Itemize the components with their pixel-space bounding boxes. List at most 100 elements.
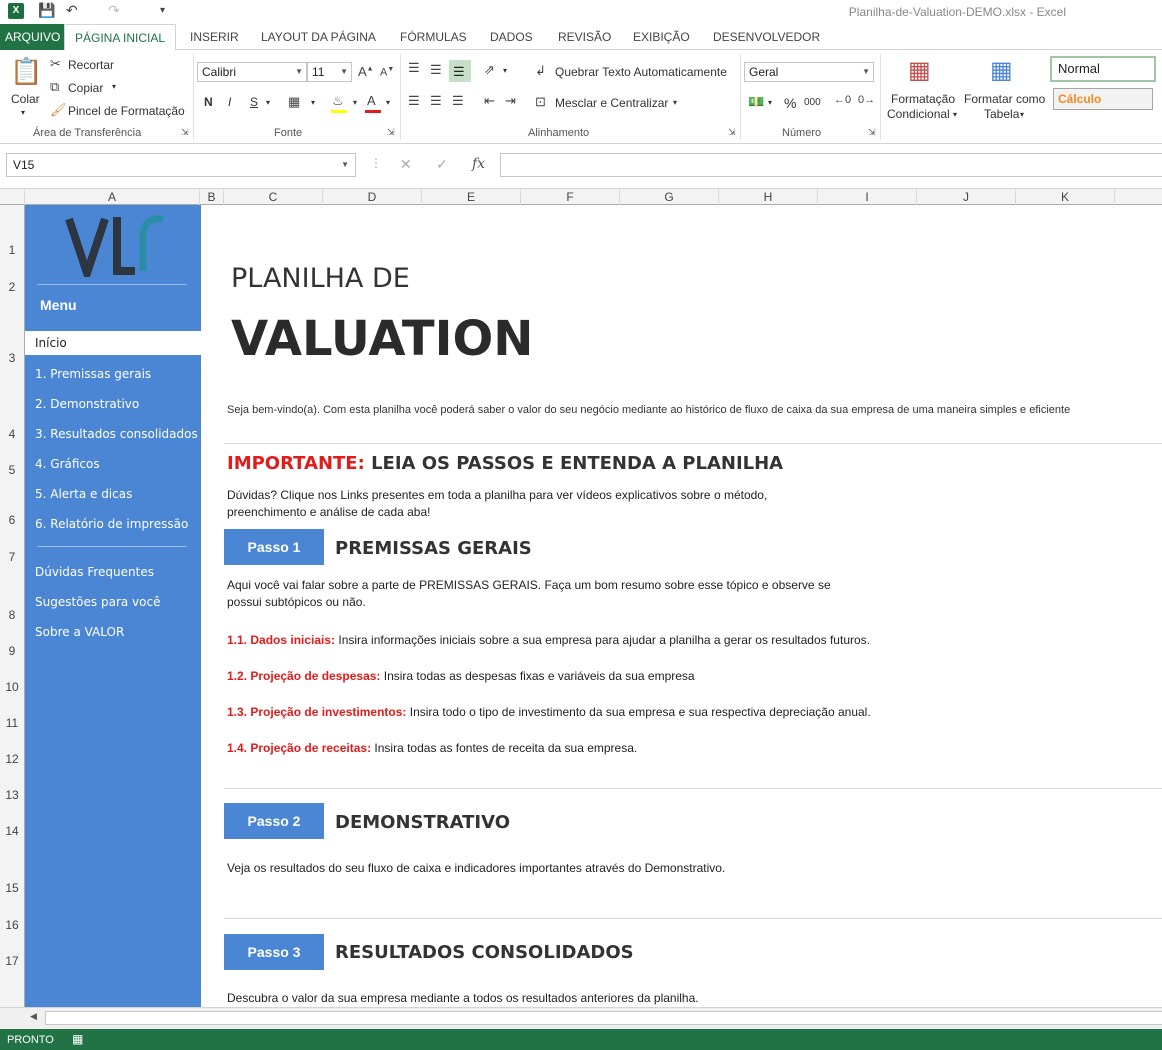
tab-formulas[interactable]: FÓRMULAS: [390, 24, 477, 50]
scroll-left-icon[interactable]: ◀: [30, 1011, 37, 1022]
decrease-font-icon[interactable]: A▼: [380, 66, 394, 79]
row-header[interactable]: 14: [0, 824, 24, 838]
tab-pagina-inicial[interactable]: PÁGINA INICIAL: [64, 24, 177, 51]
merge-center-button[interactable]: Mesclar e Centralizar: [555, 96, 668, 110]
redo-icon[interactable]: ↷: [108, 2, 120, 19]
row-header[interactable]: 5: [0, 463, 24, 477]
cancel-formula-icon[interactable]: ✕: [400, 156, 412, 173]
sidebar-item-resultados[interactable]: 3. Resultados consolidados: [35, 427, 198, 441]
align-top-icon[interactable]: ☰: [408, 60, 420, 76]
tab-arquivo[interactable]: ARQUIVO: [0, 24, 66, 50]
sidebar-item-inicio[interactable]: Início: [25, 331, 201, 355]
step-1-item-link[interactable]: 1.1. Dados iniciais:: [227, 633, 335, 647]
row-header[interactable]: 15: [0, 881, 24, 895]
increase-decimal-icon[interactable]: ←0: [834, 94, 851, 106]
column-header[interactable]: D: [323, 189, 422, 205]
italic-button[interactable]: I: [228, 95, 231, 109]
step-1-item-link[interactable]: 1.4. Projeção de receitas:: [227, 741, 371, 755]
format-painter-button[interactable]: Pincel de Formatação: [68, 104, 185, 118]
cut-button[interactable]: Recortar: [68, 58, 114, 72]
row-header[interactable]: 4: [0, 427, 24, 441]
thousands-button[interactable]: 000: [804, 97, 821, 108]
sidebar-item-premissas[interactable]: 1. Premissas gerais: [35, 367, 151, 381]
percent-button[interactable]: %: [784, 95, 796, 111]
step-1-item-link[interactable]: 1.3. Projeção de investimentos:: [227, 705, 406, 719]
align-right-icon[interactable]: ☰: [452, 93, 464, 109]
column-header[interactable]: H: [719, 189, 818, 205]
merge-dropdown-icon[interactable]: ▾: [673, 98, 677, 107]
sidebar-item-demonstrativo[interactable]: 2. Demonstrativo: [35, 397, 139, 411]
paste-dropdown-icon[interactable]: ▾: [21, 108, 25, 117]
step-2-badge[interactable]: Passo 2: [224, 803, 324, 839]
tab-revisao[interactable]: REVISÃO: [548, 24, 621, 50]
row-header[interactable]: 2: [0, 280, 24, 294]
orientation-icon[interactable]: ⇗: [484, 62, 495, 78]
row-header[interactable]: 10: [0, 680, 24, 694]
copy-icon[interactable]: ⧉: [50, 79, 59, 95]
format-as-table-icon[interactable]: ▦: [990, 56, 1013, 85]
font-color-icon[interactable]: A: [367, 93, 376, 108]
column-header[interactable]: A: [25, 189, 200, 205]
conditional-format-label-1[interactable]: Formatação: [891, 92, 955, 106]
row-header[interactable]: 3: [0, 351, 24, 365]
tab-layout[interactable]: LAYOUT DA PÁGINA: [251, 24, 386, 50]
decrease-decimal-icon[interactable]: 0→: [858, 94, 875, 106]
underline-dropdown-icon[interactable]: ▾: [266, 98, 270, 107]
conditional-format-label-2[interactable]: Condicional: [887, 107, 950, 121]
column-header[interactable]: K: [1016, 189, 1115, 205]
copy-button[interactable]: Copiar: [68, 81, 103, 95]
align-center-icon[interactable]: ☰: [430, 93, 442, 109]
save-icon[interactable]: 💾: [38, 2, 55, 19]
row-header[interactable]: 1: [0, 243, 24, 257]
font-launcher-icon[interactable]: ⇲: [387, 127, 395, 138]
column-header[interactable]: I: [818, 189, 917, 205]
number-format-dropdown[interactable]: Geral ▼: [744, 62, 874, 82]
tab-exibicao[interactable]: EXIBIÇÃO: [623, 24, 700, 50]
formula-input[interactable]: [500, 153, 1162, 177]
column-header[interactable]: F: [521, 189, 620, 205]
underline-button[interactable]: S: [250, 95, 258, 109]
align-bottom-button[interactable]: ☰: [449, 60, 471, 82]
bold-button[interactable]: N: [204, 95, 213, 109]
conditional-format-dropdown-icon[interactable]: ▾: [953, 110, 957, 119]
sidebar-item-graficos[interactable]: 4. Gráficos: [35, 457, 100, 471]
orientation-dropdown-icon[interactable]: ▾: [503, 66, 507, 75]
row-header[interactable]: 17: [0, 954, 24, 968]
confirm-formula-icon[interactable]: ✓: [436, 156, 448, 173]
step-1-badge[interactable]: Passo 1: [224, 529, 324, 565]
format-as-table-label-2[interactable]: Tabela: [984, 107, 1019, 121]
insert-function-button[interactable]: fx: [472, 156, 485, 172]
increase-font-icon[interactable]: A▲: [358, 64, 374, 79]
increase-indent-icon[interactable]: ⇥: [505, 93, 516, 109]
currency-dropdown-icon[interactable]: ▾: [768, 98, 772, 107]
name-box[interactable]: V15 ▼: [6, 153, 356, 177]
select-all-corner[interactable]: [0, 189, 25, 205]
horizontal-scrollbar[interactable]: ◀: [0, 1007, 1162, 1029]
align-middle-icon[interactable]: ☰: [430, 62, 442, 78]
sidebar-item-alertas[interactable]: 5. Alerta e dicas: [35, 487, 132, 501]
currency-icon[interactable]: 💵: [748, 94, 764, 110]
format-painter-icon[interactable]: 🖌: [50, 102, 67, 118]
font-name-dropdown[interactable]: Calibri ▼: [197, 62, 307, 82]
sidebar-item-relatorio[interactable]: 6. Relatório de impressão: [35, 517, 188, 531]
macro-record-icon[interactable]: ▦: [72, 1032, 83, 1046]
tab-inserir[interactable]: INSERIR: [180, 24, 249, 50]
wrap-text-button[interactable]: Quebrar Texto Automaticamente: [555, 65, 727, 79]
sidebar-item-sobre[interactable]: Sobre a VALOR: [35, 625, 124, 639]
row-header[interactable]: 13: [0, 788, 24, 802]
copy-dropdown-icon[interactable]: ▾: [112, 82, 116, 91]
borders-dropdown-icon[interactable]: ▾: [311, 98, 315, 107]
wrap-text-icon[interactable]: ↲: [535, 63, 546, 79]
tab-dados[interactable]: DADOS: [480, 24, 543, 50]
column-header[interactable]: G: [620, 189, 719, 205]
sidebar-item-sugestoes[interactable]: Sugestões para você: [35, 595, 160, 609]
column-header[interactable]: B: [200, 189, 224, 205]
row-header[interactable]: 8: [0, 608, 24, 622]
fill-color-icon[interactable]: ♨: [332, 93, 344, 109]
step-1-item-link[interactable]: 1.2. Projeção de despesas:: [227, 669, 380, 683]
row-header[interactable]: 6: [0, 513, 24, 527]
column-header[interactable]: J: [917, 189, 1016, 205]
borders-icon[interactable]: ▦: [288, 94, 300, 110]
align-left-icon[interactable]: ☰: [408, 93, 420, 109]
worksheet[interactable]: Menu Início 1. Premissas gerais 2. Demon…: [25, 205, 1162, 1007]
